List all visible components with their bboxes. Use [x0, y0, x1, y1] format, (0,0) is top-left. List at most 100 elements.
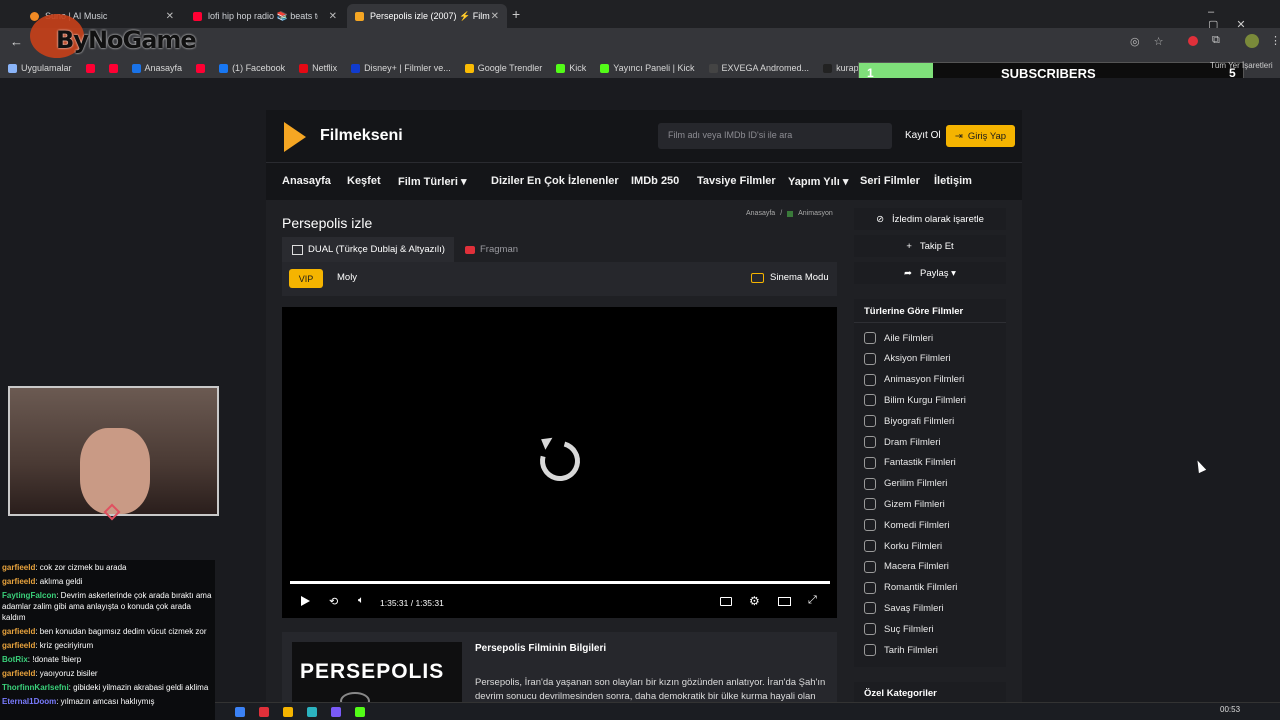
tab-dual[interactable]: DUAL (Türkçe Dublaj & Altyazılı) [282, 237, 454, 262]
genre-link[interactable]: Biyografi Filmleri [864, 415, 954, 428]
nav-item[interactable]: Tavsiye Filmler [697, 175, 776, 187]
bookmark-icon [108, 63, 118, 73]
genre-link[interactable]: Aksiyon Filmleri [864, 352, 951, 365]
bookmark-icon [823, 63, 833, 73]
genre-link[interactable]: Suç Filmleri [864, 623, 934, 636]
nav-item[interactable]: Yapım Yılı ▾ [788, 175, 848, 188]
back-icon[interactable]: ← [10, 34, 23, 49]
nav-item[interactable]: En Çok İzlenenler [527, 175, 619, 187]
genre-link[interactable]: Korku Filmleri [864, 540, 942, 552]
genre-label: Fantastik Filmleri [884, 457, 956, 469]
browser-tab-persepolis[interactable]: Persepolis izle (2007) ⚡ FilmE ✕ [347, 4, 507, 28]
close-tab-icon[interactable]: ✕ [166, 11, 174, 22]
all-bookmarks[interactable]: Tüm Yer İşaretleri [1210, 61, 1273, 70]
chat-message: garfieeld: ben konudan bagımsız dedim vü… [2, 626, 213, 637]
genre-link[interactable]: Romantik Filmleri [864, 581, 957, 594]
bookmark-item[interactable]: EXVEGA Andromed... [708, 63, 809, 73]
nav-item[interactable]: IMDb 250 [631, 175, 679, 187]
bookmark-item[interactable]: Netflix [299, 63, 337, 73]
tab-trailer[interactable]: Fragman [465, 244, 518, 255]
genre-label: Bilim Kurgu Filmleri [884, 394, 966, 406]
genre-link[interactable]: Savaş Filmleri [864, 602, 944, 615]
genre-link[interactable]: Komedi Filmleri [864, 519, 949, 532]
toolbar-icons[interactable]: ◎☆ [1130, 35, 1177, 48]
app-icon[interactable] [283, 707, 293, 717]
captions-icon[interactable] [720, 597, 732, 606]
taskbar-apps[interactable] [235, 707, 365, 717]
genre-link[interactable]: Gerilim Filmleri [864, 477, 948, 490]
volume-icon[interactable]: 🔈︎ [358, 595, 364, 606]
genre-link[interactable]: Dram Filmleri [864, 436, 940, 448]
app-icon[interactable] [331, 707, 341, 717]
page-title: Persepolis izle [282, 215, 373, 231]
bookmark-item[interactable]: Anasayfa [131, 63, 182, 73]
genre-link[interactable]: Tarih Filmleri [864, 644, 938, 656]
play-icon[interactable] [301, 596, 310, 606]
bookmark-icon [351, 63, 361, 73]
menu-icon[interactable]: ⋮ [1270, 34, 1280, 47]
app-icon[interactable] [307, 707, 317, 717]
follow-button[interactable]: + Takip Et [854, 235, 1006, 257]
rewind-icon[interactable]: ⟲ [329, 595, 338, 608]
breadcrumb-home[interactable]: Anasayfa [746, 210, 775, 217]
close-tab-icon[interactable]: ✕ [491, 11, 499, 22]
breadcrumb: Anasayfa / Animasyon [746, 210, 833, 217]
settings-gear-icon[interactable]: ⚙︎ [749, 594, 760, 608]
register-link[interactable]: Kayıt Ol [905, 130, 941, 141]
main-nav: Anasayfa Keşfet Film Türleri ▾ Diziler En Ço… [266, 162, 1022, 200]
bookmark-item[interactable] [85, 63, 95, 73]
app-icon[interactable] [355, 707, 365, 717]
genre-link[interactable]: Fantastik Filmleri [864, 456, 956, 469]
extensions-icon[interactable]: ⧉ [1212, 34, 1220, 47]
new-tab-button[interactable]: + [512, 6, 520, 22]
bookmark-item[interactable]: Google Trendler [464, 63, 542, 73]
bookmark-item[interactable]: Yayıncı Paneli | Kick [600, 63, 695, 73]
breadcrumb-current[interactable]: Animasyon [798, 210, 833, 217]
picture-in-picture-icon[interactable] [778, 597, 791, 606]
nav-item[interactable]: Keşfet [347, 175, 381, 187]
genre-icon [864, 540, 876, 552]
bookmark-item[interactable]: Kick [556, 63, 586, 73]
nav-item[interactable]: İletişim [934, 175, 972, 187]
app-icon[interactable] [235, 707, 245, 717]
genre-link[interactable]: Bilim Kurgu Filmleri [864, 394, 966, 407]
app-icon[interactable] [259, 707, 269, 717]
cinema-mode-button[interactable]: Sinema Modu [751, 272, 829, 283]
browser-tab-lofi[interactable]: lofi hip hop radio 📚 beats to r ✕ [185, 4, 345, 28]
server-vip-button[interactable]: VIP [289, 269, 323, 288]
nav-item[interactable]: Film Türleri ▾ [398, 175, 466, 188]
mark-watched-button[interactable]: ⊘ İzledim olarak işaretle [854, 208, 1006, 230]
genre-link[interactable]: Macera Filmleri [864, 560, 949, 573]
genre-link[interactable]: Animasyon Filmleri [864, 373, 964, 386]
site-brand[interactable]: Filmekseni [320, 127, 403, 145]
bookmark-icon [464, 63, 474, 73]
fullscreen-icon[interactable]: ⤢ [808, 594, 817, 607]
bookmark-label: Disney+ | Filmler ve... [364, 63, 451, 73]
video-player[interactable]: ⟲ 🔈︎ 1:35:31 / 1:35:31 ⚙︎ ⤢ [282, 307, 837, 618]
extension-icon[interactable] [1188, 36, 1198, 46]
server-moly-button[interactable]: Moly [337, 272, 357, 283]
nav-item[interactable]: Diziler [491, 175, 524, 187]
close-tab-icon[interactable]: ✕ [329, 11, 337, 22]
bookmark-item[interactable]: Disney+ | Filmler ve... [351, 63, 451, 73]
login-label: Giriş Yap [967, 130, 1007, 142]
profile-avatar[interactable] [1245, 34, 1259, 48]
bookmark-item[interactable]: (1) Facebook [219, 63, 285, 73]
share-button[interactable]: ➦ Paylaş ▾ [854, 262, 1006, 284]
login-button[interactable]: ⇥ Giriş Yap [946, 125, 1015, 147]
bookmark-item[interactable] [196, 63, 206, 73]
genre-link[interactable]: Gizem Filmleri [864, 498, 945, 511]
genre-label: Suç Filmleri [884, 623, 934, 635]
bookmark-item[interactable]: Uygulamalar [8, 63, 72, 73]
search-input[interactable]: Film adı veya IMDb ID'si ile ara [658, 123, 892, 149]
genre-label: Gerilim Filmleri [884, 478, 948, 490]
tab-label: lofi hip hop radio 📚 beats to r [208, 10, 318, 21]
bookmark-item[interactable] [108, 63, 118, 73]
progress-track[interactable] [290, 581, 830, 584]
genre-link[interactable]: Aile Filmleri [864, 332, 933, 344]
chat-message: garfieeld: aklıma geldi [2, 576, 213, 587]
login-icon: ⇥ [954, 130, 963, 142]
chat-text: : !donate !bierp [27, 655, 82, 664]
nav-item[interactable]: Anasayfa [282, 175, 331, 187]
nav-item[interactable]: Seri Filmler [860, 175, 920, 187]
